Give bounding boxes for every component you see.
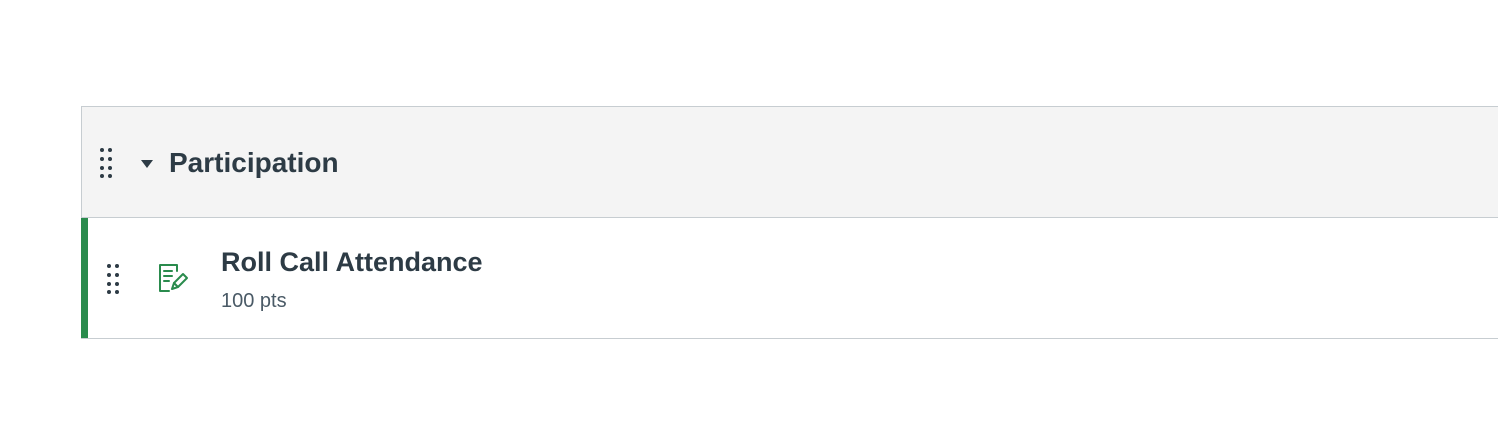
assignment-group-header[interactable]: Participation — [81, 106, 1498, 218]
drag-handle-icon[interactable] — [98, 147, 114, 179]
assignment-points: 100 pts — [221, 290, 287, 312]
assignment-icon — [155, 261, 189, 295]
published-status-bar — [81, 218, 88, 338]
assignment-group: Participation Roll Call Attendance 100 p… — [81, 106, 1498, 339]
assignment-title-link[interactable]: Roll Call Attendance — [221, 244, 483, 280]
collapse-caret-icon[interactable] — [140, 157, 154, 169]
assignment-group-title: Participation — [169, 147, 339, 178]
drag-handle-icon[interactable] — [105, 263, 121, 295]
assignment-row: Roll Call Attendance 100 pts — [81, 218, 1498, 339]
